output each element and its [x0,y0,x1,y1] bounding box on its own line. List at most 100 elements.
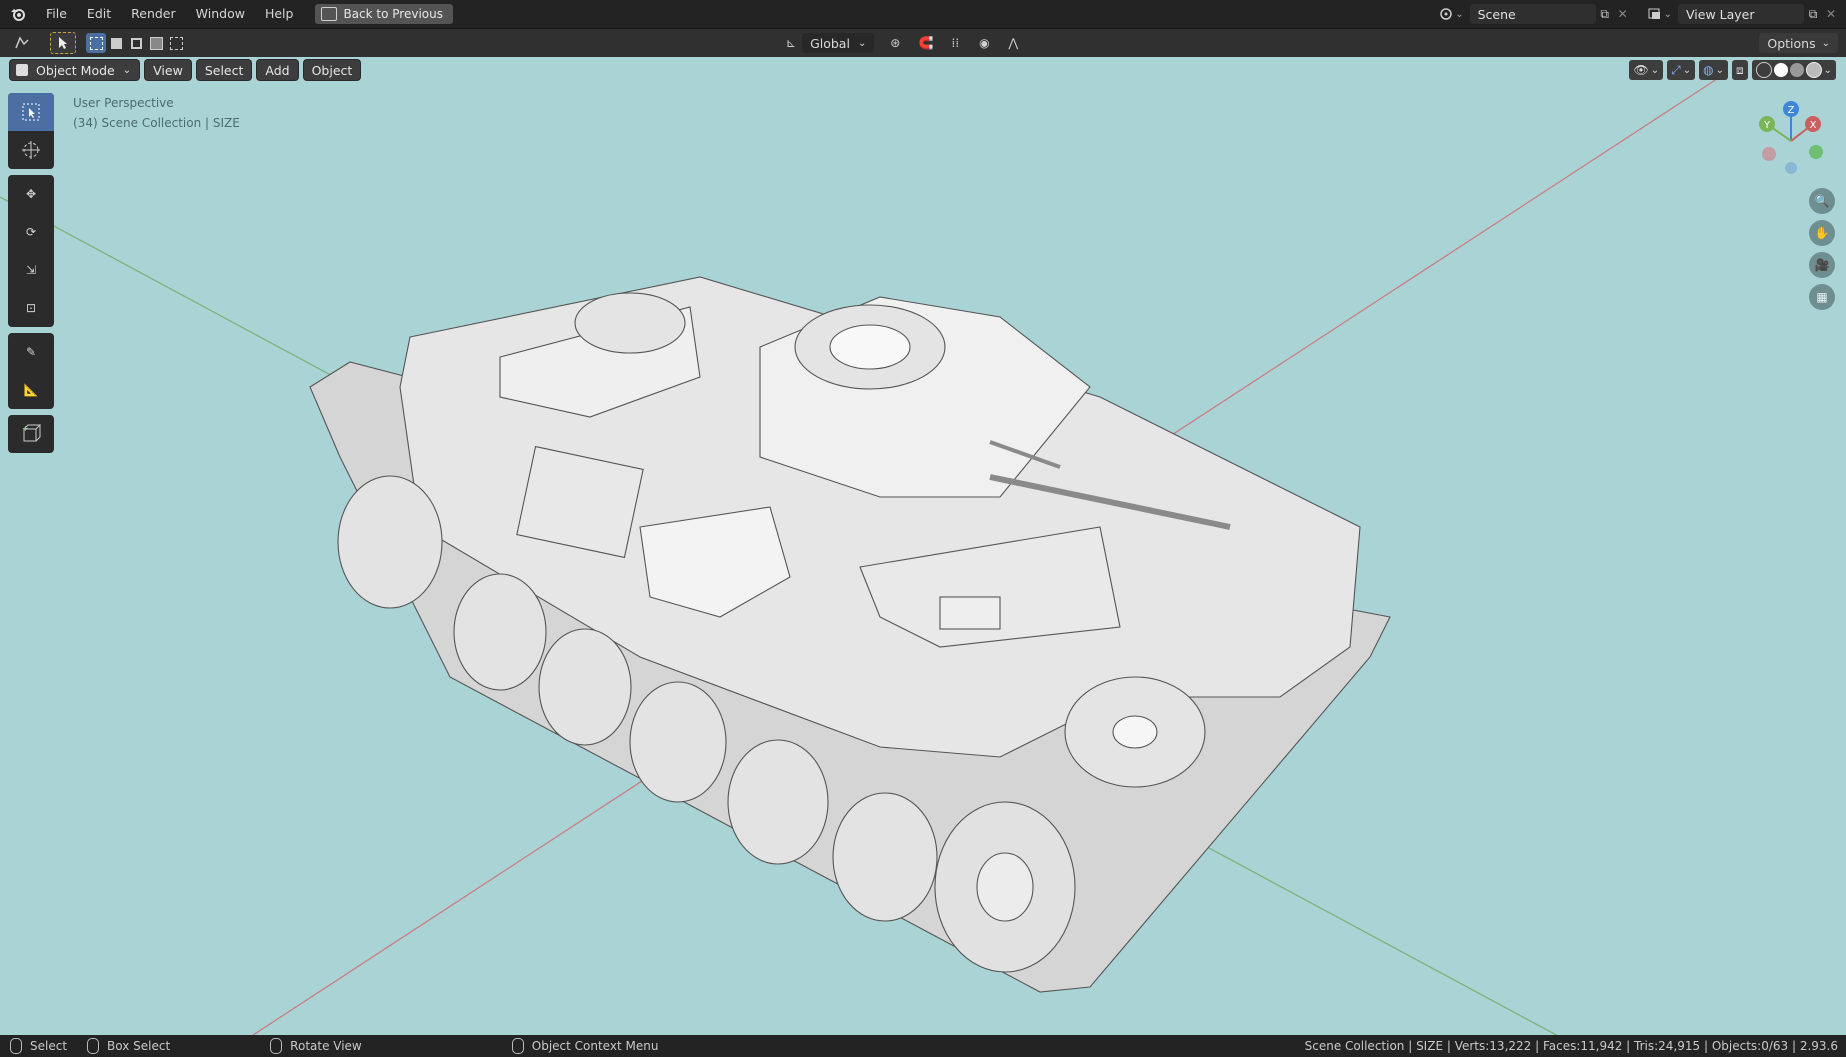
add-cube-tool-icon[interactable]: + [8,415,54,453]
status-rotate: Rotate View [270,1038,362,1054]
overlay-icon: ◍ [1703,63,1714,77]
menu-window[interactable]: Window [186,0,255,28]
xray-toggle[interactable]: ⧈ [1731,60,1748,80]
viewport-shading-group: 👁 ⌄ ⤢ ⌄ ◍ ⌄ ⧈ ⌄ [1629,60,1836,80]
drag-mouse-icon [87,1038,100,1054]
material-shading-icon[interactable] [1789,63,1804,77]
proportional-editing-icon[interactable]: ◉ [974,33,994,53]
viewport-header: Object Mode ⌄ View Select Add Object 👁 ⌄ … [0,57,1846,83]
scene-selector-group: ⌄ Scene ⧉ ✕ ⌄ View Layer ⧉ ✕ [1437,0,1846,28]
middle-mouse-icon [270,1038,283,1054]
tool-shelf: ✥ ⟳ ⇲ ⊡ ✎ 📐 + [8,93,54,459]
view-layer-field[interactable]: View Layer [1678,4,1804,24]
visibility-chevron-icon: ⌄ [1650,64,1660,76]
view-layer-label: View Layer [1686,6,1755,22]
options-chevron-icon: ⌄ [1821,37,1830,49]
object-mode-chevron-icon: ⌄ [122,64,132,76]
back-to-previous-button[interactable]: Back to Previous [315,4,453,24]
object-mode-dropdown[interactable]: Object Mode ⌄ [10,60,140,80]
falloff-icon[interactable]: ⋀ [1000,33,1026,53]
rendered-shading-icon[interactable] [1805,62,1822,78]
status-rotate-label: Rotate View [290,1039,362,1053]
status-select: Select [10,1038,67,1054]
orientation-dropdown[interactable]: Global ⌄ [802,33,875,53]
status-bar: Select Box Select Rotate View Object Con… [0,1035,1846,1057]
select-box-tool-icon[interactable] [8,93,54,131]
scene-name-label: Scene [1477,6,1516,22]
right-mouse-icon [511,1038,524,1054]
collection-label: (34) Scene Collection | SIZE [73,116,240,130]
delete-scene-icon[interactable]: ✕ [1614,6,1632,22]
menu-render[interactable]: Render [121,0,186,28]
object-mode-label: Object Mode [36,62,115,78]
menu-object[interactable]: Object [303,60,361,80]
gizmo-neg-x-axis[interactable] [1762,147,1776,161]
scene-dropdown-chevron-icon[interactable]: ⌄ [1455,9,1463,20]
menu-view[interactable]: View [145,60,191,80]
mode-new-selection-icon[interactable] [86,33,106,53]
pan-view-icon[interactable]: ✋ [1809,220,1835,246]
options-label: Options [1767,35,1816,51]
new-view-layer-icon[interactable]: ⧉ [1804,6,1822,22]
back-to-previous-label: Back to Previous [343,7,443,21]
measure-tool-icon[interactable]: 📐 [8,371,54,409]
perspective-toggle-icon[interactable]: ▦ [1809,284,1835,310]
navigation-gizmo[interactable]: Z X Y [1746,96,1836,186]
snap-toggle-icon[interactable]: 🧲 [916,33,936,53]
menu-add[interactable]: Add [257,60,298,80]
menu-select[interactable]: Select [196,60,252,80]
overlay-chevron-icon: ⌄ [1715,64,1724,76]
svg-text:X: X [1810,120,1817,131]
transform-tool-icon[interactable]: ⊡ [8,289,54,327]
menu-help[interactable]: Help [255,0,304,28]
annotate-tool-icon[interactable]: ✎ [8,333,54,371]
rotate-tool-icon[interactable]: ⟳ [8,213,54,251]
delete-view-layer-icon[interactable]: ✕ [1822,6,1840,22]
shading-chevron-icon: ⌄ [1823,64,1832,76]
scene-statistics: Scene Collection | SIZE | Verts:13,222 |… [1304,1039,1838,1053]
shading-modes[interactable]: ⌄ [1751,60,1836,80]
svg-text:Y: Y [1763,120,1771,131]
svg-text:Z: Z [1788,105,1795,116]
status-select-label: Select [30,1039,68,1053]
mode-extend-selection-icon[interactable] [106,33,126,53]
select-tools-group [8,93,54,169]
camera-view-icon[interactable]: 🎥 [1809,252,1835,278]
transform-tools-group: ✥ ⟳ ⇲ ⊡ [8,175,54,327]
visibility-toggle[interactable]: 👁 ⌄ [1629,60,1664,80]
blender-logo-icon[interactable] [8,4,28,24]
cursor-tool-icon[interactable] [8,131,54,169]
menu-file[interactable]: File [36,0,77,28]
scene-icon[interactable] [1437,6,1455,22]
view-layer-chevron-icon[interactable]: ⌄ [1664,9,1672,20]
editor-type-icon[interactable] [8,33,38,53]
menu-edit[interactable]: Edit [77,0,121,28]
gizmo-icon: ⤢ [1671,62,1681,77]
new-scene-icon[interactable]: ⧉ [1596,6,1614,22]
overlay-toggle[interactable]: ◍ ⌄ [1699,60,1728,80]
mode-subtract-selection-icon[interactable] [126,33,146,53]
scale-tool-icon[interactable]: ⇲ [8,251,54,289]
view-layer-icon[interactable] [1646,6,1664,22]
pivot-point-icon[interactable]: ⊛ [880,33,910,53]
gizmo-toggle[interactable]: ⤢ ⌄ [1667,60,1696,80]
gizmo-neg-z-axis[interactable] [1785,162,1797,174]
status-box-select: Box Select [87,1038,170,1054]
scene-name-field[interactable]: Scene [1469,4,1596,24]
status-context-label: Object Context Menu [531,1039,659,1053]
solid-shading-icon[interactable] [1773,63,1788,77]
viewport-canvas[interactable] [0,57,1846,1035]
tank-model[interactable] [309,276,1391,993]
wireframe-shading-icon[interactable] [1755,62,1772,78]
select-tool-cursor-icon[interactable] [50,32,76,54]
options-dropdown[interactable]: Options ⌄ [1759,33,1838,53]
zoom-view-icon[interactable]: 🔍 [1809,188,1835,214]
annotate-tools-group: ✎ 📐 [8,333,54,409]
tool-settings-bar: ⊾ Global ⌄ ⊛ 🧲 ⁞⁞ ◉ ⋀ Options ⌄ [0,29,1846,57]
move-tool-icon[interactable]: ✥ [8,175,54,213]
left-mouse-icon [10,1038,22,1054]
mode-difference-selection-icon[interactable] [146,33,166,53]
gizmo-neg-y-axis[interactable] [1809,145,1823,159]
mode-intersect-selection-icon[interactable] [166,33,186,53]
snap-target-icon[interactable]: ⁞⁞ [942,33,968,53]
